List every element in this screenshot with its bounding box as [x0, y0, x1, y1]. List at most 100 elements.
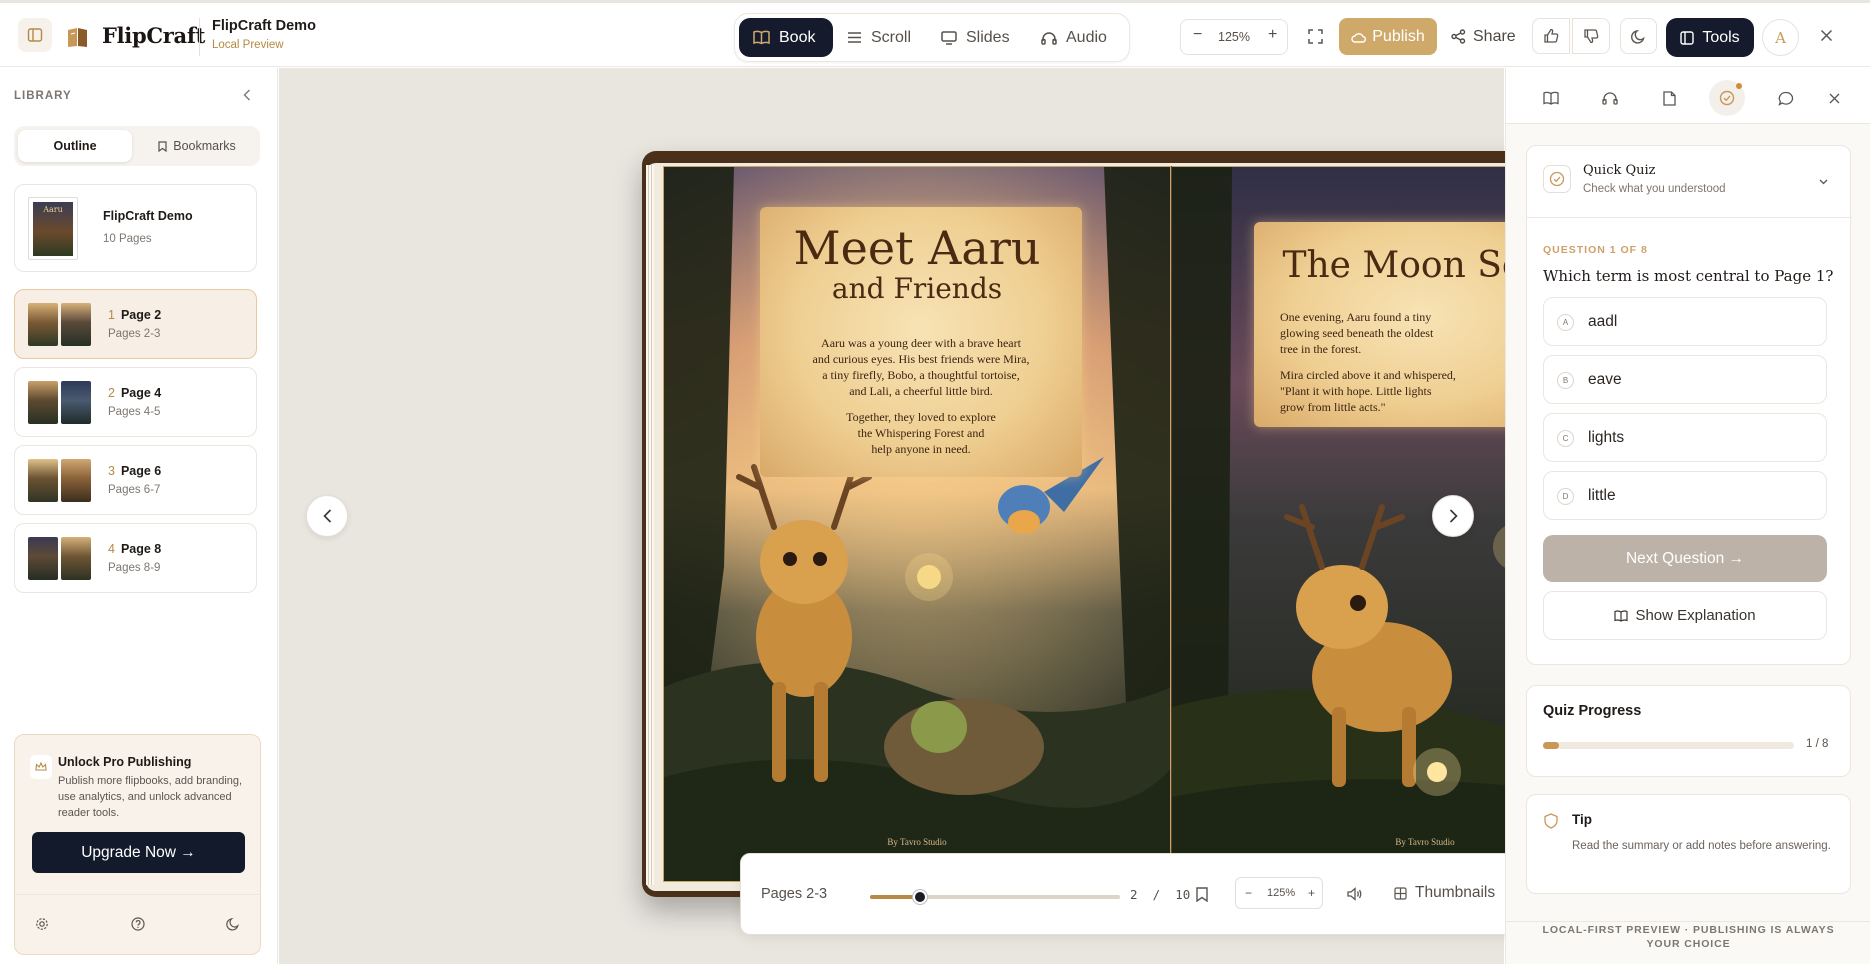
document-subtitle: Local Preview [212, 39, 284, 51]
outline-item-page-2[interactable]: 1 Page 2 Pages 2-3 [14, 289, 257, 359]
chat-icon [1778, 91, 1794, 106]
bookmark-icon [1196, 886, 1208, 902]
page-zoom-in[interactable]: + [1308, 886, 1315, 900]
close-button[interactable] [1816, 25, 1836, 45]
thumbnails-dropdown[interactable]: Thumbnails [1394, 884, 1515, 902]
panel-tab-chat[interactable] [1768, 80, 1804, 116]
top-header: FlipCraft FlipCraft Demo Local Preview B… [0, 3, 1870, 67]
progress-value: 1 / 8 [1806, 738, 1829, 750]
thumbs-down-button[interactable] [1572, 18, 1610, 54]
publish-button[interactable]: Publish [1339, 18, 1437, 55]
show-explanation-button[interactable]: Show Explanation [1543, 591, 1827, 640]
pages-label: Pages 2-3 [761, 886, 828, 902]
tools-label: Tools [1702, 28, 1740, 46]
page-counter: 2 / 10 [1130, 887, 1190, 902]
panel-tab-read[interactable] [1533, 80, 1569, 116]
text-line: help anyone in need. [871, 442, 971, 456]
prev-page-button[interactable] [306, 495, 348, 537]
show-explanation-label: Show Explanation [1635, 607, 1756, 624]
page-title-line2: and Friends [831, 272, 1003, 305]
tab-bookmarks-label: Bookmarks [173, 139, 236, 153]
next-page-button[interactable] [1432, 495, 1474, 537]
chevron-down-icon [1819, 179, 1828, 185]
tab-outline[interactable]: Outline [18, 130, 132, 162]
outline-thumb-left [28, 537, 58, 580]
outline-item-page-8[interactable]: 4 Page 8 Pages 8-9 [14, 523, 257, 593]
quiz-header[interactable]: Quick Quiz Check what you understood [1527, 146, 1852, 218]
page-zoom-out[interactable]: − [1245, 886, 1252, 900]
share-button[interactable]: Share [1451, 18, 1516, 55]
book-card[interactable]: Aaru FlipCraft Demo 10 Pages [14, 184, 257, 272]
page-zoom-control: − 125% + [1235, 877, 1323, 909]
moon-icon [226, 917, 239, 931]
next-question-button[interactable]: Next Question → [1543, 535, 1827, 582]
shield-icon [1544, 813, 1558, 829]
page-separator: / [1152, 887, 1161, 902]
text-line: tree in the forest. [1280, 342, 1362, 356]
option-letter: D [1557, 488, 1574, 505]
text-line: glowing seed beneath the oldest [1280, 326, 1434, 340]
collapse-sidebar-button[interactable] [240, 88, 254, 102]
close-panel-button[interactable] [1822, 80, 1846, 116]
zoom-control: − 125% + [1180, 19, 1288, 55]
outline-title: Page 8 [120, 542, 162, 556]
outline-item-page-4[interactable]: 2 Page 4 Pages 4-5 [14, 367, 257, 437]
outline-item-page-6[interactable]: 3 Page 6 Pages 6-7 [14, 445, 257, 515]
option-letter: B [1557, 372, 1574, 389]
answer-option-a[interactable]: A aadl [1543, 297, 1827, 346]
mode-scroll-button[interactable]: Scroll [847, 18, 927, 57]
promo-title: Unlock Pro Publishing [58, 755, 192, 769]
avatar[interactable]: A [1762, 19, 1799, 56]
speaker-icon [1347, 887, 1362, 901]
help-icon [131, 917, 145, 931]
sound-button[interactable] [1347, 886, 1363, 902]
question-text: Which term is most central to Page 1? [1543, 267, 1834, 285]
page-slider[interactable] [870, 890, 1120, 904]
tools-button[interactable]: Tools [1666, 18, 1754, 57]
headphones-icon [1041, 31, 1057, 45]
answer-option-b[interactable]: B eave [1543, 355, 1827, 404]
zoom-in-button[interactable]: + [1268, 26, 1277, 44]
page-title-line1: Meet Aaru [793, 221, 1041, 275]
answer-option-d[interactable]: D little [1543, 471, 1827, 520]
chevron-right-icon [1449, 509, 1458, 523]
tab-bookmarks[interactable]: Bookmarks [138, 130, 256, 162]
text-line: grow from little acts." [1280, 400, 1386, 414]
headphones-icon [1602, 92, 1618, 105]
outline-thumb-right [61, 537, 91, 580]
library-sidebar: LIBRARY Outline Bookmarks Aaru FlipCraft… [0, 68, 278, 964]
page-left[interactable]: Meet Aaru and Friends Aaru was a young d… [663, 166, 1171, 882]
answer-option-c[interactable]: C lights [1543, 413, 1827, 462]
dark-mode-button[interactable] [1620, 18, 1657, 54]
bookmark-button[interactable] [1194, 886, 1210, 902]
upgrade-button[interactable]: Upgrade Now → [32, 832, 245, 873]
mode-book-label: Book [779, 28, 816, 46]
list-icon [848, 32, 861, 43]
close-icon [1820, 29, 1832, 41]
mode-audio-label: Audio [1066, 28, 1107, 46]
panel-tab-quiz[interactable] [1709, 80, 1745, 116]
zoom-out-button[interactable]: − [1193, 26, 1202, 44]
thumbs-up-button[interactable] [1532, 18, 1570, 54]
outline-thumb-right [61, 459, 91, 502]
mode-slides-button[interactable]: Slides [941, 18, 1021, 57]
publish-label: Publish [1372, 27, 1425, 45]
mode-book-button[interactable]: Book [739, 18, 833, 57]
mode-audio-button[interactable]: Audio [1041, 18, 1121, 57]
text-line: "Plant it with hope. Little lights [1280, 384, 1432, 398]
quiz-title: Quick Quiz [1583, 163, 1656, 178]
theme-button[interactable] [225, 916, 241, 932]
text-line: One evening, Aaru found a tiny [1280, 310, 1432, 324]
page-slider-handle[interactable] [913, 890, 927, 904]
panel-tab-audio[interactable] [1592, 80, 1628, 116]
option-text: lights [1588, 429, 1625, 446]
settings-button[interactable] [34, 916, 50, 932]
note-icon [1662, 90, 1676, 106]
outline-num: 4 [108, 542, 115, 556]
panel-tab-notes[interactable] [1651, 80, 1687, 116]
help-button[interactable] [130, 916, 146, 932]
toggle-sidebar-button[interactable] [18, 18, 52, 52]
fullscreen-button[interactable] [1303, 24, 1327, 48]
close-icon [1829, 93, 1839, 103]
chevron-left-icon [322, 509, 331, 523]
